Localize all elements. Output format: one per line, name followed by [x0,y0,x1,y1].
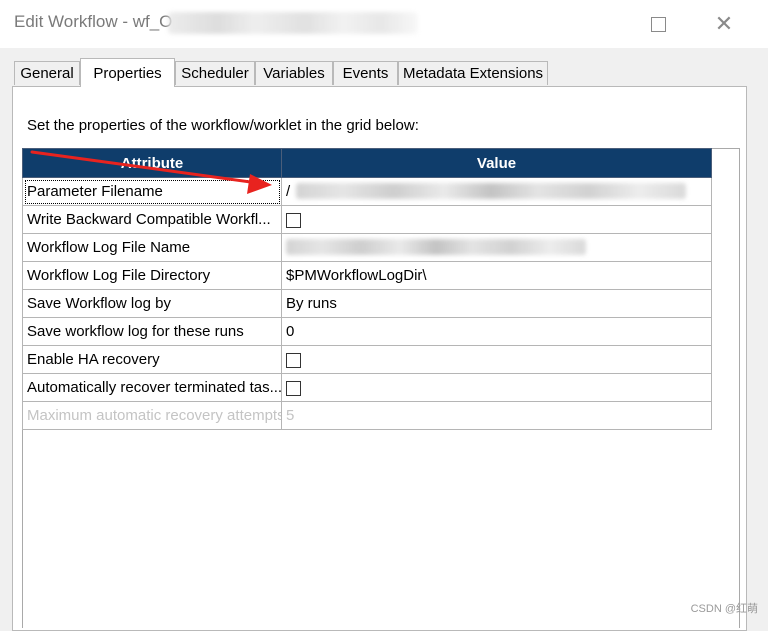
value-cell[interactable] [281,345,712,374]
properties-grid: Attribute Value Parameter Filename / Wri… [22,148,712,430]
table-row[interactable]: Workflow Log File Directory $PMWorkflowL… [22,261,712,290]
tab-label: Scheduler [181,65,249,82]
tab-label: Events [342,65,389,82]
table-row[interactable]: Parameter Filename / [22,177,712,206]
window-title: Edit Workflow - wf_O [14,12,173,31]
value-cell: 5 [281,401,712,430]
value-cell[interactable] [281,233,712,262]
instruction-text: Set the properties of the workflow/workl… [27,117,419,134]
value-cell[interactable]: / [281,177,712,206]
backward-compatible-checkbox[interactable] [286,213,301,229]
attribute-cell[interactable]: Workflow Log File Directory [22,261,282,290]
table-row[interactable]: Workflow Log File Name [22,233,712,262]
attribute-cell[interactable]: Write Backward Compatible Workfl... [22,205,282,234]
attribute-cell[interactable]: Workflow Log File Name [22,233,282,262]
header-attribute[interactable]: Attribute [22,148,282,178]
attribute-cell[interactable]: Automatically recover terminated tas... [22,373,282,402]
redacted-title-region [168,12,418,34]
redacted-value [296,183,686,199]
value-cell[interactable]: By runs [281,289,712,318]
tab-label: Metadata Extensions [402,65,544,82]
redacted-value [286,239,586,255]
attribute-cell: Maximum automatic recovery attempts [22,401,282,430]
table-row[interactable]: Enable HA recovery [22,345,712,374]
tab-variables[interactable]: Variables [255,61,333,85]
value-cell[interactable]: $PMWorkflowLogDir\ [281,261,712,290]
attribute-cell[interactable]: Parameter Filename [22,177,282,206]
table-row[interactable]: Save workflow log for these runs 0 [22,317,712,346]
enable-ha-recovery-checkbox[interactable] [286,353,301,369]
close-icon: ✕ [714,11,734,36]
tab-scheduler[interactable]: Scheduler [175,61,255,85]
parameter-filename-value: / [286,183,291,201]
tab-label: Properties [93,64,162,82]
title-bar: Edit Workflow - wf_O ✕ [0,0,768,48]
tab-metadata-extensions[interactable]: Metadata Extensions [398,61,548,85]
header-value[interactable]: Value [281,148,712,178]
table-row[interactable]: Write Backward Compatible Workfl... [22,205,712,234]
table-row[interactable]: Save Workflow log by By runs [22,289,712,318]
watermark: CSDN @红萌 [690,603,758,615]
value-cell[interactable]: 0 [281,317,712,346]
maximize-icon [650,16,666,32]
attribute-cell[interactable]: Enable HA recovery [22,345,282,374]
table-row: Maximum automatic recovery attempts 5 [22,401,712,430]
close-button[interactable]: ✕ [702,6,746,42]
attribute-cell[interactable]: Save Workflow log by [22,289,282,318]
tab-general[interactable]: General [14,61,80,85]
tab-strip: General Properties Scheduler Variables E… [12,58,752,87]
tab-label: Variables [263,65,325,82]
value-cell[interactable] [281,205,712,234]
attribute-cell[interactable]: Save workflow log for these runs [22,317,282,346]
tab-label: General [20,65,74,82]
tab-properties[interactable]: Properties [80,58,175,87]
maximize-button[interactable] [636,6,680,42]
value-cell[interactable] [281,373,712,402]
tab-events[interactable]: Events [333,61,398,85]
table-row[interactable]: Automatically recover terminated tas... [22,373,712,402]
auto-recover-checkbox[interactable] [286,381,301,397]
